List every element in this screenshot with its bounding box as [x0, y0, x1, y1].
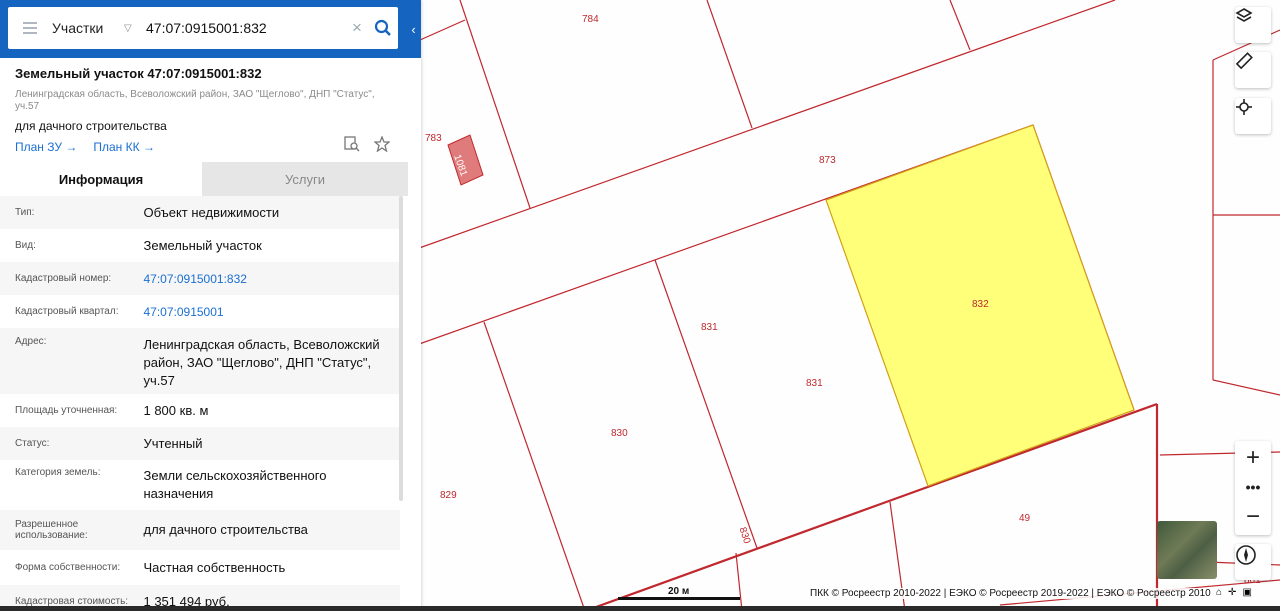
parcel-summary: Земельный участок 47:07:0915001:832 Лени… [0, 58, 408, 162]
parcel-label: 784 [582, 14, 599, 25]
compass-icon [1236, 545, 1256, 565]
table-row: Форма собственности: Частная собственнос… [0, 550, 400, 585]
more-button[interactable]: ••• [1235, 475, 1271, 499]
chevron-left-icon: ‹ [411, 21, 416, 37]
table-row: Адрес: Ленинградская область, Всеволожск… [0, 328, 400, 394]
table-row: Категория земель: Земли сельскохозяйстве… [0, 460, 400, 510]
scale-bar [618, 597, 740, 600]
tab-services[interactable]: Услуги [202, 162, 408, 196]
cadastral-quarter-link[interactable]: 47:07:0915001 [143, 303, 385, 321]
ruler-button[interactable] [1235, 52, 1271, 88]
parcel-label: 783 [425, 133, 442, 144]
map-scale: 20 м [618, 586, 740, 600]
map-attribution: ПКК © Росреестр 2010-2022 | ЕЭКО © Росре… [808, 588, 1213, 599]
parcel-label: 873 [819, 155, 836, 166]
collapse-panel-button[interactable]: ‹ [406, 0, 421, 58]
arrow-right-icon: → [142, 140, 155, 154]
compass-button[interactable] [1235, 544, 1271, 580]
parcel-purpose: для дачного строительства [15, 119, 167, 133]
crosshair-icon[interactable]: ✛ [1228, 587, 1236, 598]
scrollbar[interactable] [399, 196, 403, 501]
cadastral-number-link[interactable]: 47:07:0915001:832 [143, 270, 385, 288]
parcel-title: Земельный участок 47:07:0915001:832 [15, 66, 262, 81]
star-icon[interactable] [374, 136, 390, 152]
locate-icon [1236, 99, 1252, 115]
info-panel: Участки ▽ 47:07:0915001:832 × ‹ Земельны… [0, 0, 421, 611]
table-row: Вид: Земельный участок [0, 229, 400, 262]
search-icon [374, 19, 391, 36]
tab-info[interactable]: Информация [0, 162, 202, 196]
close-icon[interactable]: × [346, 18, 368, 38]
panel-tabs: Информация Услуги [0, 162, 408, 196]
scale-label: 20 м [668, 586, 690, 597]
parcel-label: 830 [611, 428, 628, 439]
parcel-label: 829 [440, 490, 457, 501]
arrow-right-icon: → [65, 140, 78, 154]
plan-kk-link[interactable]: План КК → [93, 140, 155, 154]
table-row: Площадь уточненная: 1 800 кв. м [0, 394, 400, 427]
search-bar: Участки ▽ 47:07:0915001:832 × ‹ [0, 0, 421, 58]
search-document-icon[interactable] [344, 136, 360, 152]
bottom-icons: ⌂ ✛ ▣ [1216, 587, 1252, 598]
layers-icon [1235, 8, 1253, 22]
plan-zu-link[interactable]: План ЗУ → [15, 140, 77, 154]
parcel-label: 831 [806, 378, 823, 389]
parcel-label: 832 [972, 299, 989, 310]
zoom-in-button[interactable]: + [1235, 441, 1271, 475]
minus-icon: − [1245, 503, 1260, 530]
satellite-minimap[interactable] [1157, 521, 1217, 579]
search-input[interactable]: 47:07:0915001:832 [146, 20, 346, 36]
table-row: Кадастровый квартал: 47:07:0915001 [0, 295, 400, 328]
locate-button[interactable] [1235, 98, 1271, 134]
chevron-down-icon[interactable]: ▽ [124, 23, 146, 34]
table-row: Кадастровый номер: 47:07:0915001:832 [0, 262, 400, 295]
more-icon: ••• [1245, 479, 1261, 495]
menu-icon[interactable] [8, 7, 52, 49]
zoom-out-button[interactable]: − [1235, 499, 1271, 535]
parcel-label: 49 [1019, 513, 1031, 524]
parcel-address: Ленинградская область, Всеволожский райо… [15, 89, 375, 112]
plus-icon: + [1245, 444, 1260, 471]
search-scope[interactable]: Участки [52, 20, 124, 36]
info-table: Тип: Объект недвижимости Вид: Земельный … [0, 196, 400, 611]
table-row: Разрешенное использование: для дачного с… [0, 510, 400, 550]
zoom-controls: + ••• − [1235, 441, 1271, 535]
ruler-icon [1235, 52, 1253, 70]
bottom-strip [0, 606, 1280, 611]
search-box: Участки ▽ 47:07:0915001:832 × [8, 7, 398, 49]
parcel-label: 831 [701, 322, 718, 333]
print-icon[interactable]: ▣ [1242, 587, 1251, 598]
search-button[interactable] [368, 7, 398, 49]
layers-button[interactable] [1235, 7, 1271, 43]
table-row: Статус: Учтенный [0, 427, 400, 460]
table-row: Тип: Объект недвижимости [0, 196, 400, 229]
home-icon[interactable]: ⌂ [1216, 587, 1222, 598]
